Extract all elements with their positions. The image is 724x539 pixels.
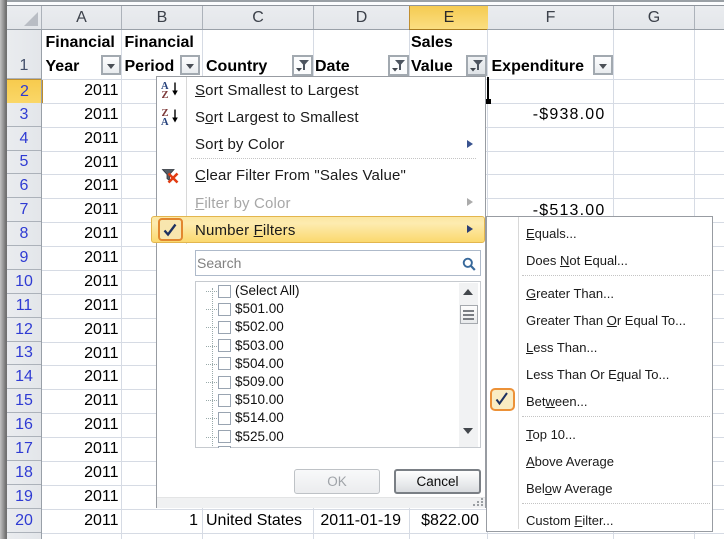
svg-text:Z: Z (162, 90, 169, 99)
svg-text:A: A (161, 117, 169, 126)
